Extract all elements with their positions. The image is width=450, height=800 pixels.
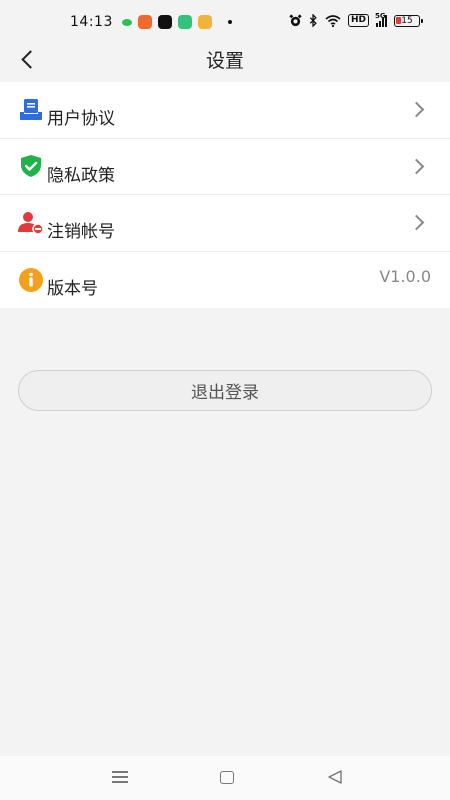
settings-item-label: 注销帐号 [47,222,115,242]
app-icon-yellow [198,15,212,29]
battery-level: 15 [401,15,413,26]
app-icon-orange [138,15,152,29]
chevron-right-icon [408,214,425,231]
logout-button[interactable]: 退出登录 [18,370,432,411]
back-triangle-icon[interactable] [327,769,343,785]
system-nav-bar [0,756,450,800]
shield-check-icon [18,153,44,179]
wifi-icon [325,15,341,27]
alarm-icon [289,14,302,27]
bluetooth-icon [309,14,317,27]
version-value: V1.0.0 [379,266,431,286]
notification-icons [122,15,232,29]
battery-icon: 15 [394,14,423,27]
network-type: 5G [375,11,386,20]
chevron-right-icon [408,158,425,175]
settings-item-user-agreement[interactable]: 用户协议 [0,82,450,139]
home-icon[interactable] [220,771,234,784]
settings-item-version: 版本号 V1.0.0 [0,252,450,309]
hd-badge: HD [347,14,369,27]
wechat-app-icon [122,18,132,26]
signal-icon: 5G [375,11,387,27]
settings-list: 用户协议 隐私政策 注销帐号 版本号 V1.0.0 [0,82,450,308]
info-icon [18,267,44,293]
status-time: 14:13 [70,14,113,30]
chevron-right-icon [408,101,425,118]
app-icon-green [178,15,192,29]
system-icons: HD 5G 15 [289,11,423,27]
menu-icon[interactable] [112,771,128,783]
user-remove-icon [18,210,44,236]
app-header: 设置 [0,36,450,82]
settings-item-label: 用户协议 [47,109,115,129]
settings-item-label: 版本号 [47,278,98,299]
settings-item-delete-account[interactable]: 注销帐号 [0,195,450,252]
page-title: 设置 [205,50,244,72]
settings-item-label: 隐私政策 [47,165,115,186]
settings-item-privacy-policy[interactable]: 隐私政策 [0,139,450,195]
tiktok-app-icon [158,15,172,29]
more-notifications-dot [228,20,232,24]
document-icon [18,97,44,123]
